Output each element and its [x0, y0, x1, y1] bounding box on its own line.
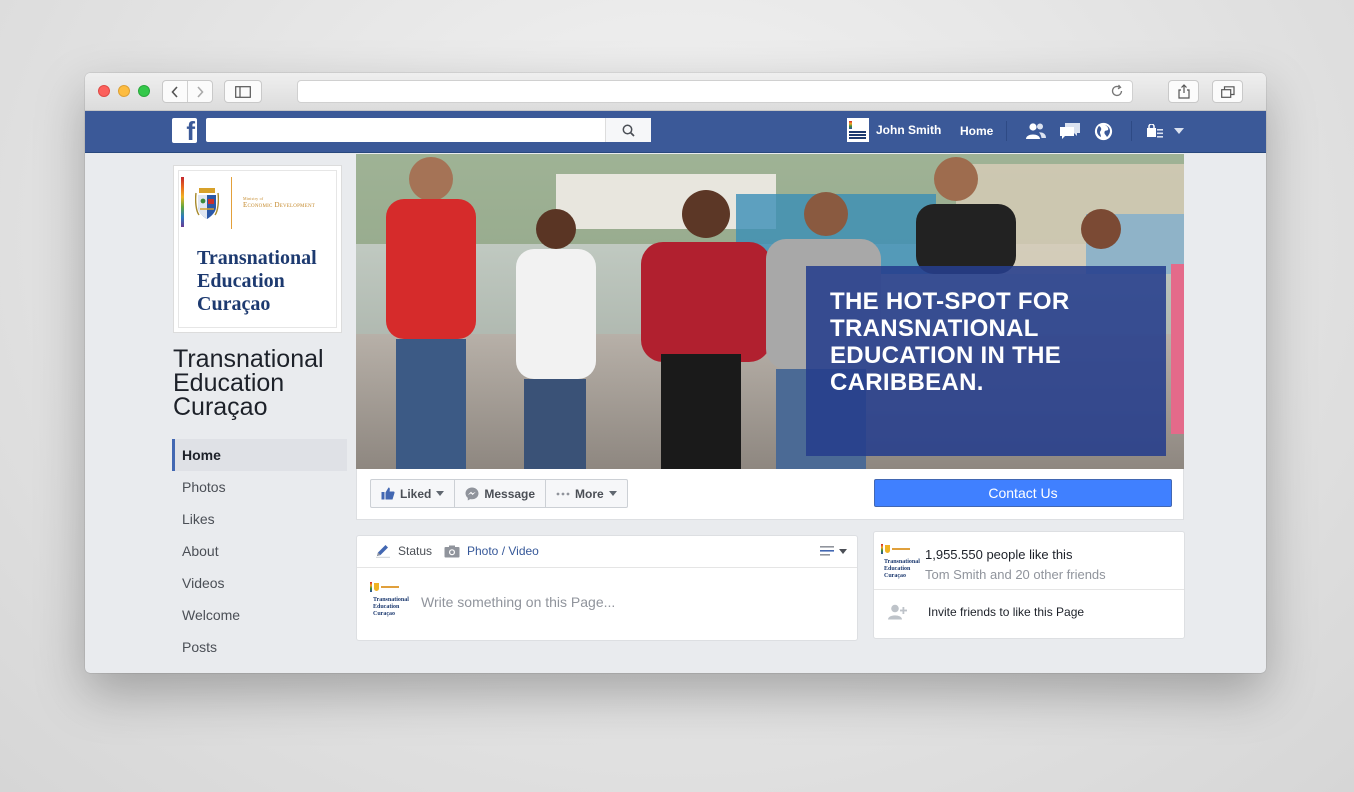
list-icon — [820, 546, 834, 556]
invite-friends-label: Invite friends to like this Page — [928, 605, 1085, 619]
cover-headline: THE HOT-SPOT FOR TRANSNATIONAL EDUCATION… — [830, 288, 1070, 396]
caret-down-icon — [839, 548, 847, 554]
messenger-icon — [465, 487, 479, 500]
cover-banner: THE HOT-SPOT FOR TRANSNATIONAL EDUCATION… — [806, 266, 1166, 456]
friend-requests-button[interactable] — [1025, 120, 1047, 142]
reload-icon[interactable] — [1110, 84, 1124, 98]
globe-icon — [1094, 122, 1112, 140]
contact-us-button[interactable]: Contact Us — [874, 479, 1172, 507]
facebook-top-bar: f John Smith Home — [85, 111, 1266, 153]
avatar — [847, 118, 869, 142]
status-label: Status — [398, 544, 433, 558]
add-friend-icon — [888, 604, 907, 620]
likes-card: Transnational Education Curaçao 1,955.55… — [873, 531, 1185, 639]
nav-item-videos[interactable]: Videos — [172, 567, 347, 599]
privacy-shortcuts-button[interactable] — [1144, 120, 1166, 142]
search-icon — [622, 124, 635, 137]
liked-button[interactable]: Liked — [371, 480, 454, 507]
page-action-bar: Liked Message More Contact Us — [356, 469, 1184, 520]
page-nav: Home Photos Likes About Videos Welcome P… — [172, 439, 347, 663]
message-button[interactable]: Message — [454, 480, 545, 507]
nav-item-photos[interactable]: Photos — [172, 471, 347, 503]
facebook-logo-icon[interactable]: f — [172, 118, 197, 143]
messages-button[interactable] — [1059, 120, 1081, 142]
chevron-left-icon — [171, 85, 178, 98]
notifications-button[interactable] — [1092, 120, 1114, 142]
history-nav — [162, 80, 213, 103]
user-name: John Smith — [876, 123, 942, 137]
account-menu-button[interactable] — [1168, 120, 1190, 142]
address-bar[interactable] — [297, 80, 1133, 103]
back-button[interactable] — [163, 81, 187, 102]
camera-icon — [444, 545, 460, 557]
avatar: Transnational Education Curaçao — [369, 580, 409, 620]
search-input[interactable] — [206, 118, 605, 142]
caret-down-icon — [436, 491, 445, 496]
minimize-window-button[interactable] — [118, 85, 130, 97]
coat-of-arms-icon — [195, 188, 219, 219]
profile-picture[interactable]: Ministry of Economic Development Transna… — [173, 165, 342, 333]
sidebar-toggle-button[interactable] — [224, 80, 262, 103]
browser-window: f John Smith Home Ministry of Economic D… — [85, 73, 1266, 673]
caret-down-icon — [608, 491, 617, 496]
photo-video-label: Photo / Video — [467, 544, 539, 558]
chevron-right-icon — [197, 85, 204, 98]
browser-toolbar — [85, 73, 1266, 111]
thumbs-up-icon — [381, 487, 395, 500]
nav-item-about[interactable]: About — [172, 535, 347, 567]
ellipsis-icon — [556, 492, 570, 495]
close-window-button[interactable] — [98, 85, 110, 97]
tab-photo-video[interactable]: Photo / Video — [444, 544, 539, 558]
friends-icon — [1026, 123, 1046, 139]
messages-icon — [1060, 123, 1080, 139]
nav-item-posts[interactable]: Posts — [172, 631, 347, 663]
caret-down-icon — [1174, 128, 1184, 134]
page-title[interactable]: Transnational Education Curaçao — [173, 347, 343, 420]
tabs-icon — [1220, 85, 1235, 98]
composer-options-button[interactable] — [820, 545, 847, 557]
pencil-icon — [376, 545, 390, 558]
share-icon — [1177, 84, 1190, 99]
post-composer: Status Photo / Video Transnational Educa… — [356, 535, 858, 641]
nav-item-likes[interactable]: Likes — [172, 503, 347, 535]
divider — [1006, 121, 1007, 141]
more-button[interactable]: More — [545, 480, 627, 507]
forward-button[interactable] — [187, 81, 212, 102]
privacy-icon — [1147, 124, 1163, 138]
zoom-window-button[interactable] — [138, 85, 150, 97]
nav-item-welcome[interactable]: Welcome — [172, 599, 347, 631]
post-input[interactable]: Write something on this Page... — [421, 594, 615, 610]
friends-who-like[interactable]: Tom Smith and 20 other friends — [925, 567, 1106, 582]
ministry-logo-bar — [181, 177, 184, 227]
message-label: Message — [484, 486, 536, 501]
sidebar-icon — [235, 85, 251, 98]
nav-item-home[interactable]: Home — [172, 439, 347, 471]
home-link[interactable]: Home — [960, 124, 993, 138]
show-tabs-button[interactable] — [1212, 80, 1243, 103]
ministry-label: Economic Development — [243, 201, 316, 209]
likes-count[interactable]: 1,955.550 people like this — [925, 547, 1072, 562]
search-button[interactable] — [605, 118, 651, 142]
profile-link[interactable]: John Smith — [847, 118, 941, 142]
avatar: Transnational Education Curaçao — [880, 542, 920, 580]
share-button[interactable] — [1168, 80, 1199, 103]
tab-status[interactable]: Status — [375, 544, 432, 558]
divider — [1131, 121, 1132, 141]
divider — [874, 589, 1184, 590]
composer-tabs: Status Photo / Video — [357, 536, 857, 568]
cover-photo[interactable]: THE HOT-SPOT FOR TRANSNATIONAL EDUCATION… — [356, 154, 1184, 469]
liked-label: Liked — [400, 486, 432, 501]
search-bar[interactable] — [206, 118, 651, 142]
more-label: More — [575, 486, 604, 501]
profile-picture-title: Transnational Education Curaçao — [197, 247, 317, 315]
invite-friends-row[interactable]: Invite friends to like this Page — [888, 604, 1084, 620]
logo-divider — [231, 177, 232, 229]
action-buttons: Liked Message More — [370, 479, 628, 508]
